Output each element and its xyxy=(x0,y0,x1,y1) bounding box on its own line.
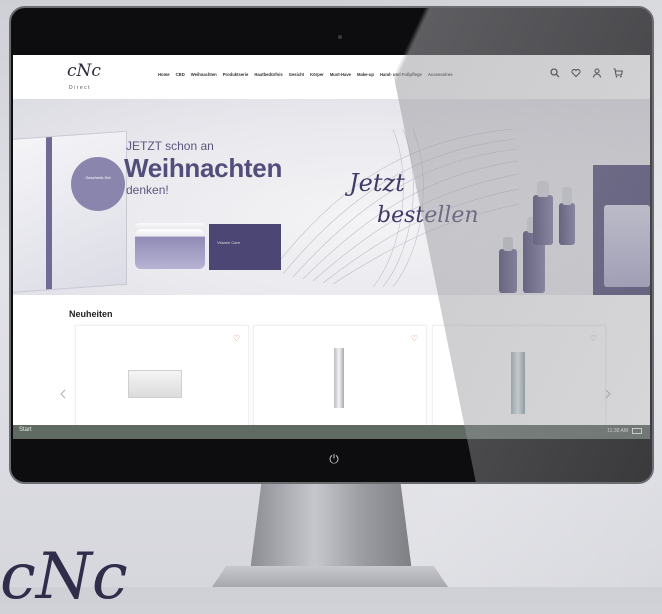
cream-jar-image xyxy=(135,229,205,269)
nav-item-cbd[interactable]: CBD xyxy=(176,72,185,77)
brand-logo[interactable]: cNc Direct xyxy=(63,61,113,93)
hero-title: Weihnachten xyxy=(124,153,283,183)
search-icon[interactable] xyxy=(549,68,561,82)
wishlist-heart-icon[interactable]: ♡ xyxy=(590,334,597,343)
gift-tag: Geschenk-Set xyxy=(71,157,125,211)
hero-subtitle: denken! xyxy=(126,183,169,197)
bottle-image-1 xyxy=(499,249,517,293)
product-image xyxy=(334,348,344,408)
monitor: cNc Direct Home CBD Weihnachten Produkts… xyxy=(9,6,654,484)
product-card[interactable]: ♡ xyxy=(432,325,606,439)
product-box-image: Vitamin Care xyxy=(209,224,281,270)
logo-subtitle: Direct xyxy=(69,85,92,91)
taskbar-clock: 11:38 AM xyxy=(607,428,628,434)
hero-banner[interactable]: Geschenk-Set JETZT schon an Weihnachten xyxy=(13,99,650,295)
nav-item-accessoires[interactable]: Accessoires xyxy=(428,72,453,77)
product-card[interactable]: ♡ xyxy=(253,325,427,439)
background-brand-script: cNc xyxy=(0,540,128,614)
taskbar: Start 11:38 AM xyxy=(13,425,650,439)
nav-item-hand-fusspflege[interactable]: Hand- und Fußpflege xyxy=(380,72,422,77)
nav-item-weihnachten[interactable]: Weihnachten xyxy=(191,72,217,77)
nav-item-gesicht[interactable]: Gesicht xyxy=(289,72,304,77)
nav-item-make-up[interactable]: Make-up xyxy=(357,72,374,77)
main-nav: Home CBD Weihnachten Produktserie Hautbe… xyxy=(158,72,453,77)
bottle-cap-3 xyxy=(537,181,549,197)
product-card[interactable]: ♡ xyxy=(75,325,249,439)
gift-set-window xyxy=(604,205,650,287)
script-bestellen: bestellen xyxy=(377,203,479,228)
nav-item-koerper[interactable]: Körper xyxy=(310,72,324,77)
camera-dot xyxy=(338,35,342,39)
logo-mark: cNc xyxy=(67,61,101,81)
gift-box-image xyxy=(13,130,127,294)
product-box-label: Vitamin Care xyxy=(217,240,241,245)
start-button[interactable]: Start xyxy=(19,427,32,433)
battery-icon xyxy=(632,428,642,434)
cart-icon[interactable] xyxy=(612,68,624,82)
wishlist-heart-icon[interactable]: ♡ xyxy=(233,334,240,343)
power-icon[interactable]: ⏻ xyxy=(327,452,341,466)
section-title-neuheiten: Neuheiten xyxy=(69,309,113,319)
nav-item-produktserie[interactable]: Produktserie xyxy=(223,72,249,77)
chevron-right-icon[interactable] xyxy=(605,389,611,402)
monitor-stand-base xyxy=(212,566,448,587)
hero-kicker: JETZT schon an xyxy=(126,139,214,153)
wishlist-heart-icon[interactable]: ♡ xyxy=(411,334,418,343)
gift-set-box-image xyxy=(593,165,650,295)
gift-ribbon xyxy=(46,136,52,290)
heart-icon[interactable] xyxy=(570,68,582,82)
product-image xyxy=(511,352,525,414)
nav-item-home[interactable]: Home xyxy=(158,72,170,77)
site-header: cNc Direct Home CBD Weihnachten Produkts… xyxy=(13,55,650,99)
product-image xyxy=(128,370,182,398)
screen: cNc Direct Home CBD Weihnachten Produkts… xyxy=(13,55,650,439)
bottle-image-4 xyxy=(559,203,575,245)
bottle-cap-4 xyxy=(562,187,572,205)
script-jetzt: Jetzt xyxy=(349,169,405,197)
chevron-left-icon[interactable] xyxy=(60,389,66,402)
nav-item-must-have[interactable]: Must-Have xyxy=(330,72,351,77)
nav-item-hautbeduerfnis[interactable]: Hautbedürfnis xyxy=(254,72,282,77)
user-icon[interactable] xyxy=(591,68,603,82)
bottle-image-3 xyxy=(533,195,553,245)
bottle-cap-1 xyxy=(503,237,513,251)
header-icons xyxy=(549,68,624,82)
